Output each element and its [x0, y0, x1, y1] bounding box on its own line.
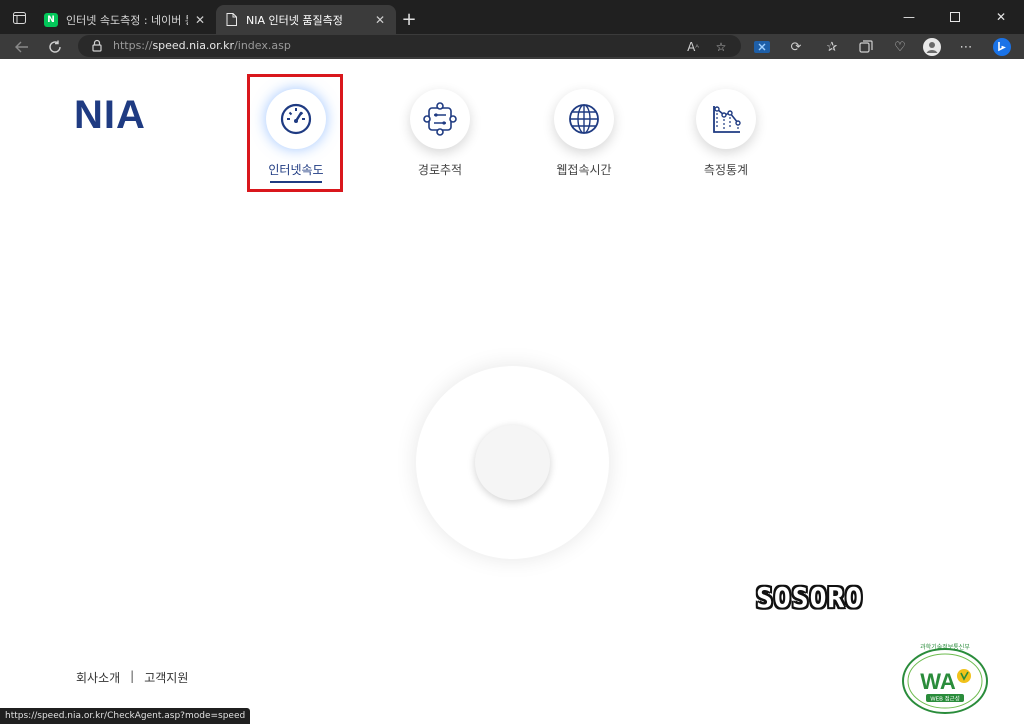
new-tab-button[interactable]: +	[398, 8, 420, 30]
footer-separator: |	[130, 669, 135, 683]
browser-toolbar: https://speed.nia.or.kr/index.asp Aᴬ ☆ ⟳…	[0, 34, 1024, 59]
tab-title: 인터넷 속도측정 : 네이버 통합검	[66, 13, 188, 27]
nia-logo[interactable]: NIA	[74, 93, 146, 138]
url-path: /index.asp	[234, 39, 291, 52]
nav-icon-circle[interactable]	[554, 89, 614, 149]
address-bar[interactable]: https://speed.nia.or.kr/index.asp Aᴬ ☆	[78, 35, 741, 57]
tab-naver-speed[interactable]: N 인터넷 속도측정 : 네이버 통합검 ✕	[36, 5, 216, 34]
url-host: speed.nia.or.kr	[152, 39, 235, 52]
nav-label: 경로추적	[417, 163, 463, 177]
window-controls: — ✕	[886, 0, 1024, 34]
minimize-icon[interactable]: —	[886, 0, 932, 34]
maximize-icon[interactable]	[932, 0, 978, 34]
tab-strip: N 인터넷 속도측정 : 네이버 통합검 ✕ NIA 인터넷 품질측정 ✕ + …	[0, 0, 1024, 34]
lock-icon[interactable]	[90, 39, 104, 53]
tab-title: NIA 인터넷 품질측정	[246, 13, 343, 27]
web-accessibility-badge[interactable]: 과학기술정보통신부 WA WEB 접근성	[898, 636, 992, 718]
footer-links: 회사소개 | 고객지원	[76, 669, 188, 686]
statistics-icon	[713, 106, 741, 133]
browser-window: N 인터넷 속도측정 : 네이버 통합검 ✕ NIA 인터넷 품질측정 ✕ + …	[0, 0, 1024, 724]
nav-icon-circle[interactable]	[410, 89, 470, 149]
naver-icon: N	[44, 12, 58, 27]
refresh-icon[interactable]	[45, 37, 65, 57]
nav-statistics[interactable]: 측정통계	[676, 85, 776, 195]
about-link[interactable]: 회사소개	[76, 669, 120, 686]
tab-nia-quality[interactable]: NIA 인터넷 품질측정 ✕	[216, 5, 396, 34]
profile-avatar-icon[interactable]	[922, 37, 942, 57]
more-options-icon[interactable]: ⋯	[956, 37, 976, 57]
collections-icon[interactable]	[856, 37, 876, 57]
tab-actions-icon[interactable]	[6, 7, 32, 29]
badge-top-text: 과학기술정보통신부	[920, 643, 970, 651]
close-icon[interactable]: ✕	[372, 12, 388, 28]
copilot-icon[interactable]	[992, 37, 1012, 57]
browser-essentials-icon[interactable]: ♡	[890, 37, 910, 57]
highlight-box	[247, 74, 343, 192]
badge-caption: WEB 접근성	[930, 695, 960, 703]
page-icon	[224, 13, 238, 27]
nav-label: 웹접속시간	[556, 163, 612, 177]
favorite-star-icon[interactable]: ☆	[712, 38, 730, 56]
url-text: https://speed.nia.or.kr/index.asp	[113, 39, 291, 52]
watermark: SOSORO	[756, 581, 864, 614]
route-trace-icon	[423, 102, 457, 136]
globe-icon	[569, 104, 599, 134]
nav-icon-circle[interactable]	[696, 89, 756, 149]
wa-logo-text: WA	[920, 669, 956, 694]
start-button[interactable]	[475, 425, 550, 500]
nav-web-access-time[interactable]: 웹접속시간	[534, 85, 634, 195]
extension-icon[interactable]	[752, 37, 772, 57]
favorites-icon[interactable]: ✰	[822, 37, 842, 57]
close-icon[interactable]: ✕	[192, 12, 208, 28]
back-icon[interactable]	[12, 37, 32, 57]
nav-route-trace[interactable]: 경로추적	[390, 85, 490, 195]
support-link[interactable]: 고객지원	[144, 669, 188, 686]
window-close-icon[interactable]: ✕	[978, 0, 1024, 34]
page-content: NIA 인터넷속도 경로추적 웹접속시간 측정통계 SOSORO 회사소개 | …	[0, 59, 1024, 724]
status-bar-link-preview: https://speed.nia.or.kr/CheckAgent.asp?m…	[0, 708, 251, 724]
url-scheme: https://	[113, 39, 153, 52]
read-aloud-icon[interactable]: Aᴬ	[684, 38, 702, 56]
extensions-puzzle-icon[interactable]: ⟳	[786, 37, 806, 57]
nav-label: 측정통계	[703, 163, 749, 177]
